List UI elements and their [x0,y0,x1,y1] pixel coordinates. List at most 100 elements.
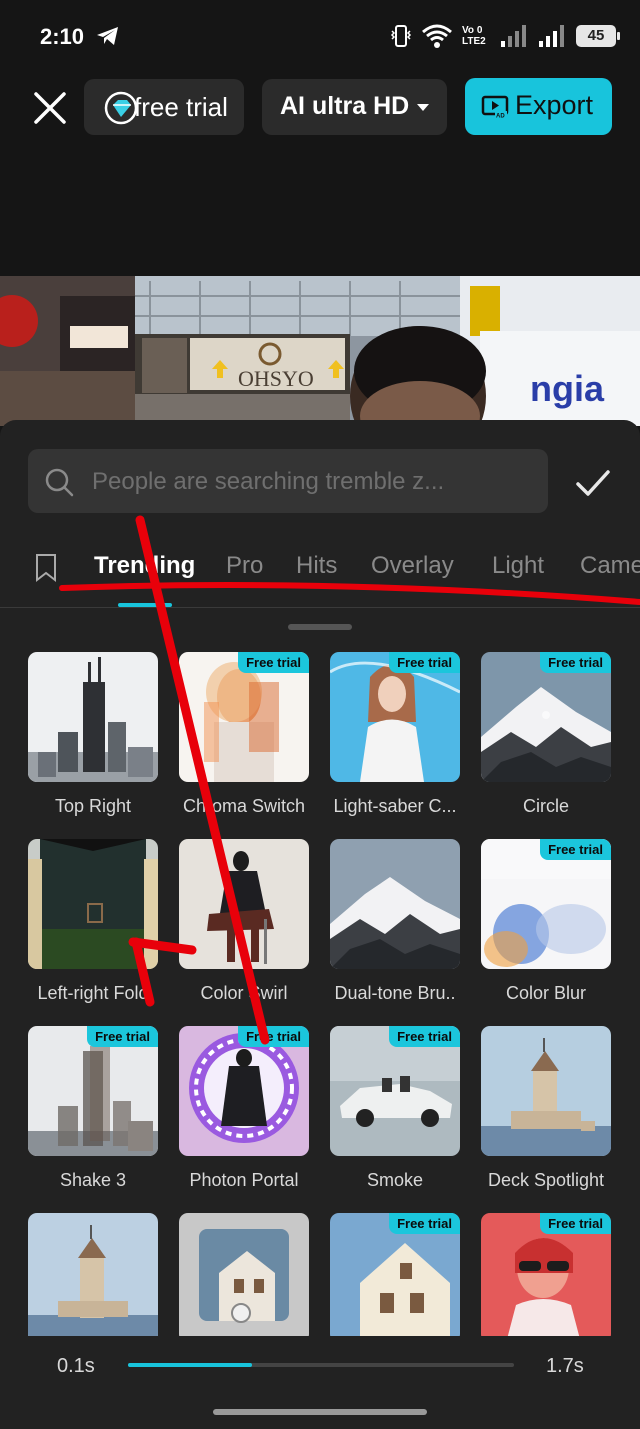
effect-name: Light-saber C... [333,796,457,816]
tab-pro[interactable]: Pro [226,552,263,580]
battery-icon: 45 [576,25,620,47]
effect-name: Smoke [366,1170,424,1190]
duration-slider[interactable] [128,1363,514,1367]
effect-thumbnail: Free trial [330,1213,460,1336]
effect-tower[interactable] [28,1213,158,1336]
diamond-icon [104,91,138,125]
quality-label: AI ultra HD [280,92,410,120]
duration-end: 1.7s [546,1355,584,1377]
status-bar: 2:10 Vo 0 LTE2 45 [0,0,640,70]
status-icons: Vo 0 LTE2 45 [390,22,620,50]
effect-light-saber[interactable]: Free trial Light-saber C... [330,652,460,817]
free-trial-badge: Free trial [389,1026,460,1047]
effect-house[interactable]: Free trial [330,1213,460,1336]
effect-photon-portal[interactable]: Free trial Photon Portal [179,1026,309,1191]
preview-frame: OHSYO ngia [0,276,640,426]
top-toolbar: free trial AI ultra HD AD Export [0,70,640,276]
wifi-icon [422,24,452,48]
effect-smoke[interactable]: Free trial Smoke [330,1026,460,1191]
duration-start: 0.1s [57,1355,95,1377]
svg-text:AD: AD [496,114,505,120]
free-trial-badge: Free trial [87,1026,158,1047]
effect-thumbnail [481,1026,611,1156]
confirm-check-icon[interactable] [574,464,612,502]
category-tabs: Trending Pro Hits Overlay Light Came [0,540,640,604]
effect-top-right[interactable]: Top Right [28,652,158,817]
effect-thumbnail [28,652,158,782]
svg-text:ngia: ngia [530,368,605,409]
effect-left-right-fold[interactable]: Left-right Fold [28,839,158,1004]
effect-red-portrait[interactable]: Free trial [481,1213,611,1336]
effect-thumbnail: Free trial [179,1026,309,1156]
svg-text:OHSYO: OHSYO [238,366,314,391]
tab-trending[interactable]: Trending [94,552,195,580]
tab-hits[interactable]: Hits [296,552,337,580]
tab-overlay[interactable]: Overlay [371,552,454,580]
effect-thumbnail [179,1213,309,1336]
search-icon [45,468,74,497]
effects-panel: People are searching tremble z... Trendi… [0,420,640,1336]
search-placeholder: People are searching tremble z... [92,468,445,495]
close-icon[interactable] [30,88,70,128]
effect-house-frame[interactable] [179,1213,309,1336]
bottom-bar: 0.1s 1.7s [0,1336,640,1429]
effect-name: Color Blur [505,983,587,1003]
effect-name: Dual-tone Bru.. [334,983,456,1003]
vibrate-icon [390,25,412,47]
search-input[interactable]: People are searching tremble z... [28,449,548,513]
effect-color-swirl[interactable]: Color Swirl [179,839,309,1004]
free-trial-badge: Free trial [238,1026,309,1047]
drag-handle[interactable] [288,624,352,630]
effect-thumbnail [28,1213,158,1336]
free-trial-badge: Free trial [540,652,611,673]
effect-thumbnail: Free trial [179,652,309,782]
effect-thumbnail: Free trial [330,652,460,782]
effect-dual-tone-brush[interactable]: Dual-tone Bru.. [330,839,460,1004]
effect-name: Photon Portal [189,1170,299,1190]
effect-name: Chroma Switch [182,796,306,816]
free-trial-badge: Free trial [238,652,309,673]
effect-thumbnail: Free trial [481,652,611,782]
effect-name: Color Swirl [200,983,288,1003]
effect-name: Top Right [54,796,132,816]
effect-thumbnail: Free trial [28,1026,158,1156]
effect-color-blur[interactable]: Free trial Color Blur [481,839,611,1004]
video-preview[interactable]: OHSYO ngia [0,276,640,426]
export-button[interactable]: AD Export [465,78,612,135]
status-time: 2:10 [40,24,85,49]
bookmark-icon[interactable] [34,553,58,583]
home-indicator[interactable] [213,1409,427,1415]
tabs-divider [0,607,640,608]
tab-light[interactable]: Light [492,552,544,580]
export-label: Export [515,90,594,120]
free-trial-button[interactable]: free trial [84,79,244,135]
effect-name: Shake 3 [59,1170,127,1190]
export-icon: AD [481,95,509,119]
effect-thumbnail: Free trial [481,839,611,969]
effect-thumbnail: Free trial [481,1213,611,1336]
free-trial-badge: Free trial [540,1213,611,1234]
effect-thumbnail [28,839,158,969]
duration-slider-fill [128,1363,252,1367]
effect-thumbnail [330,839,460,969]
free-trial-label: free trial [134,92,228,122]
effect-deck-spotlight[interactable]: Deck Spotlight [481,1026,611,1191]
signal-icon-2 [539,25,564,47]
effect-name: Circle [522,796,569,816]
effect-thumbnail [179,839,309,969]
effect-chroma-switch[interactable]: Free trial Chroma Switch [179,652,309,817]
signal-icon [501,25,526,47]
telegram-icon [97,27,118,45]
free-trial-badge: Free trial [389,1213,460,1234]
tab-camera[interactable]: Came [580,552,640,580]
effect-name: Deck Spotlight [487,1170,605,1190]
effect-name: Left-right Fold [37,983,149,1003]
effect-circle[interactable]: Free trial Circle [481,652,611,817]
effect-shake-3[interactable]: Free trial Shake 3 [28,1026,158,1191]
free-trial-badge: Free trial [389,652,460,673]
quality-dropdown[interactable]: AI ultra HD [262,79,447,135]
effect-thumbnail: Free trial [330,1026,460,1156]
chevron-down-icon [417,104,429,111]
network-type: Vo 0 LTE2 [462,25,486,47]
free-trial-badge: Free trial [540,839,611,860]
